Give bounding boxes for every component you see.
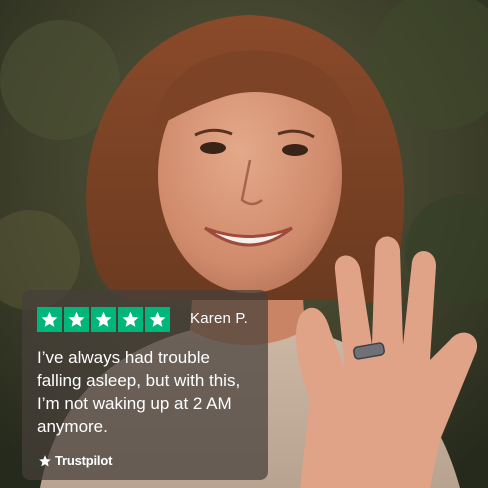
star-icon bbox=[118, 307, 143, 332]
trustpilot-brand-name: Trustpilot bbox=[55, 453, 113, 468]
star-rating bbox=[37, 307, 170, 332]
star-icon bbox=[91, 307, 116, 332]
review-card: Karen P. I’ve always had trouble falling… bbox=[22, 290, 268, 480]
star-icon bbox=[64, 307, 89, 332]
trustpilot-logo: Trustpilot bbox=[38, 453, 112, 468]
star-icon bbox=[37, 307, 62, 332]
review-quote: I’ve always had trouble falling asleep, … bbox=[37, 348, 241, 436]
star-icon bbox=[145, 307, 170, 332]
reviewer-name: Karen P. bbox=[190, 310, 249, 327]
trustpilot-star-icon bbox=[39, 454, 51, 466]
